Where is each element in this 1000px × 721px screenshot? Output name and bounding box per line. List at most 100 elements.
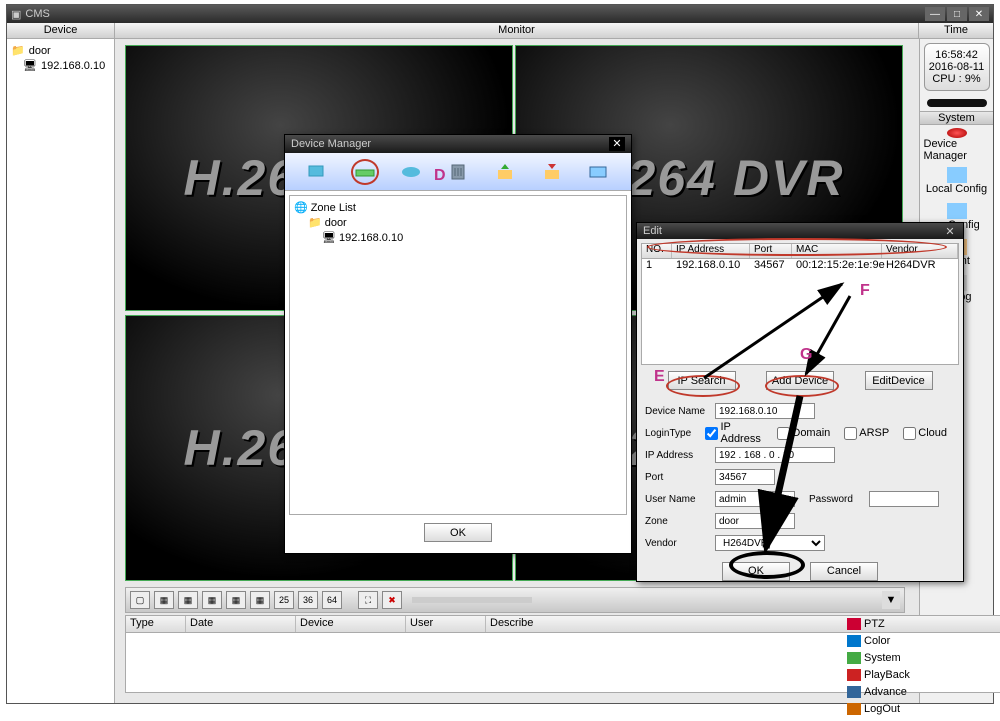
layout-4[interactable]: ▦ [154,591,174,609]
col-describe[interactable]: Describe [486,616,1000,632]
dialog-close-button[interactable]: ✕ [609,137,625,151]
globe-icon: 🌐 [294,201,308,214]
input-port[interactable] [715,469,775,485]
layout-8[interactable]: ▦ [202,591,222,609]
select-vendor[interactable]: H264DVR [715,535,825,551]
seg-device: Device [7,23,115,38]
rmenu-logout[interactable]: LogOut [845,700,919,717]
zone-list-root[interactable]: 🌐Zone List [294,200,622,215]
layout-25[interactable]: 25 [274,591,294,609]
dialog-titlebar[interactable]: Device Manager ✕ [285,135,631,153]
annotation-row-circle [647,238,947,256]
annotation-D: D [434,167,446,185]
clock-cpu: CPU : 9% [932,73,980,85]
lbl-zone: Zone [645,516,709,527]
lbl-ip: IP Address [645,450,709,461]
segment-header: Device Monitor Time [7,23,993,39]
rmenu-playback[interactable]: PlayBack [845,666,919,683]
annotation-add-circle [765,375,839,397]
tree-child-label: 192.168.0.10 [41,60,105,72]
lbl-port: Port [645,472,709,483]
add-zone-icon[interactable] [304,159,332,185]
input-user[interactable] [715,491,795,507]
layout-16[interactable]: ▦ [250,591,270,609]
edit-icon[interactable] [397,159,425,185]
device-icon: 🖥 [322,231,336,244]
list-row[interactable]: 1 192.168.0.10 34567 00:12:15:2e:1e:9e H… [642,259,958,273]
dm-ok-button[interactable]: OK [424,523,492,542]
edit-device-button[interactable]: EditDevice [865,371,933,390]
annotation-search-circle [666,375,740,397]
rmenu-ptz[interactable]: PTZ [845,615,919,632]
rmenu-advance[interactable]: Advance [845,683,919,700]
input-zone[interactable] [715,513,795,529]
lbl-logintype: LoginType [645,428,699,439]
annotation-F: F [860,282,870,300]
dialog-toolbar [285,153,631,191]
annotation-E: E [654,368,665,386]
device-tree-panel: 📁 door 🖥 192.168.0.10 [7,39,115,703]
export-icon[interactable] [538,159,566,185]
lbl-devname: Device Name [645,406,709,417]
col-type[interactable]: Type [126,616,186,632]
device-manager-dialog: Device Manager ✕ 🌐Zone List 📁door 🖥192.1… [284,134,632,554]
minimize-button[interactable]: — [925,7,945,21]
dialog-title: Device Manager [291,138,371,150]
tree-child[interactable]: 🖥 192.168.0.10 [23,58,110,73]
local-config-button[interactable]: Local Config [924,164,990,198]
lbl-pass: Password [809,494,863,505]
annotation-G: G [800,346,812,364]
add-device-icon[interactable] [351,159,379,185]
clock-date: 2016-08-11 [929,61,984,73]
rmenu-system[interactable]: System [845,649,919,666]
system-header: System [920,111,993,125]
device-manager-button[interactable]: Device Manager [924,128,990,162]
device-icon: 🖥 [23,59,37,72]
layout-6[interactable]: ▦ [178,591,198,609]
col-user[interactable]: User [406,616,486,632]
chk-cloud[interactable]: Cloud [903,427,947,440]
folder-icon: 📁 [11,44,25,57]
test-icon[interactable] [584,159,612,185]
input-devname[interactable] [715,403,815,419]
close-button[interactable]: ✕ [969,7,989,21]
lbl-vendor: Vendor [645,538,709,549]
chk-domain[interactable]: Domain [777,427,830,440]
edit-close-button[interactable]: ✕ [943,225,957,238]
col-device[interactable]: Device [296,616,406,632]
tree-root[interactable]: 📁 door [11,43,110,58]
stop-button[interactable]: ✖ [382,591,402,609]
zone-device[interactable]: 🖥192.168.0.10 [322,230,622,245]
clock-time: 16:58:42 [935,49,978,61]
collapse-button[interactable]: ▼ [882,591,900,609]
input-ip[interactable] [715,447,835,463]
annotation-ok-circle [729,551,805,579]
zone-door[interactable]: 📁door [308,215,622,230]
fullscreen-button[interactable]: ⛶ [358,591,378,609]
col-date[interactable]: Date [186,616,296,632]
edit-titlebar[interactable]: Edit ✕ [637,223,963,239]
layout-9[interactable]: ▦ [226,591,246,609]
layout-64[interactable]: 64 [322,591,342,609]
maximize-button[interactable]: □ [947,7,967,21]
edit-dialog: Edit ✕ NO. IP Address Port MAC Vendor 1 … [636,222,964,582]
edit-title: Edit [643,225,662,237]
volume-slider[interactable] [412,597,532,603]
app-icon: ▣ [11,8,21,21]
layout-1[interactable]: ▢ [130,591,150,609]
tree-root-label: door [29,45,51,57]
clock-panel: 16:58:42 2016-08-11 CPU : 9% [924,43,990,91]
folder-icon: 📁 [308,216,322,229]
rmenu-color[interactable]: Color [845,632,919,649]
seg-time: Time [919,23,993,38]
layout-toolbar: ▢ ▦ ▦ ▦ ▦ ▦ 25 36 64 ⛶ ✖ ▼ [125,587,905,613]
lbl-user: User Name [645,494,709,505]
layout-36[interactable]: 36 [298,591,318,609]
input-pass[interactable] [869,491,939,507]
cpu-bar [927,99,987,107]
chk-ip[interactable]: IP Address [705,421,763,445]
chk-arsp[interactable]: ARSP [844,427,889,440]
delete-icon[interactable] [444,159,472,185]
edit-cancel-button[interactable]: Cancel [810,562,878,581]
import-icon[interactable] [491,159,519,185]
